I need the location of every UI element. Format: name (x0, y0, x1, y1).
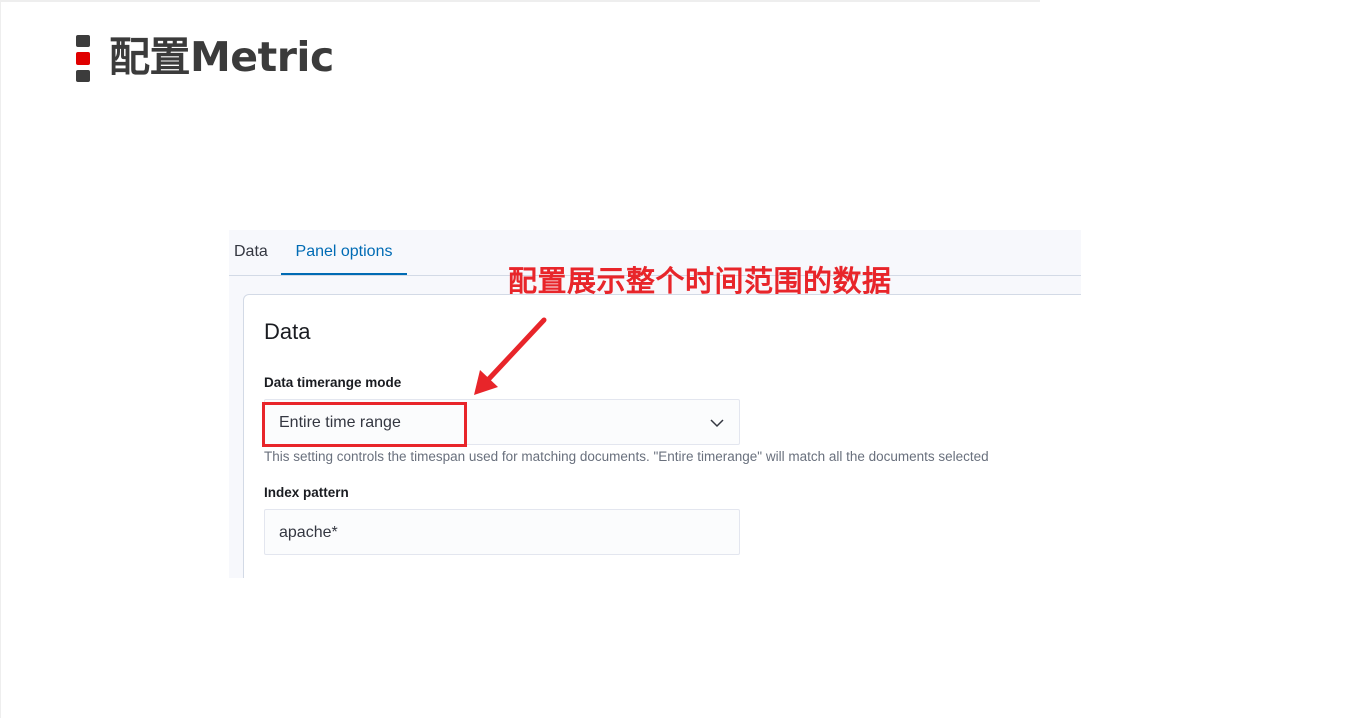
index-pattern-label: Index pattern (264, 485, 349, 500)
chevron-down-icon (710, 419, 724, 428)
panel-heading: Data (264, 319, 311, 344)
timerange-help-text: This setting controls the timespan used … (264, 449, 989, 464)
index-pattern-value: apache* (279, 524, 338, 541)
slide-left-border (0, 0, 1, 718)
index-pattern-field[interactable]: apache* (264, 509, 740, 555)
annotation-callout: 配置展示整个时间范围的数据 (508, 264, 892, 298)
annotation-arrow-icon (474, 317, 547, 395)
tab-panel-options[interactable]: Panel options (281, 230, 407, 275)
annotation-highlight-box (262, 402, 467, 447)
slide-top-border (0, 0, 1040, 2)
tab-data[interactable]: Data (234, 230, 268, 274)
timerange-mode-label: Data timerange mode (264, 375, 402, 390)
slide-title: 配置Metric (109, 33, 334, 81)
title-bullet-icon (76, 35, 90, 82)
